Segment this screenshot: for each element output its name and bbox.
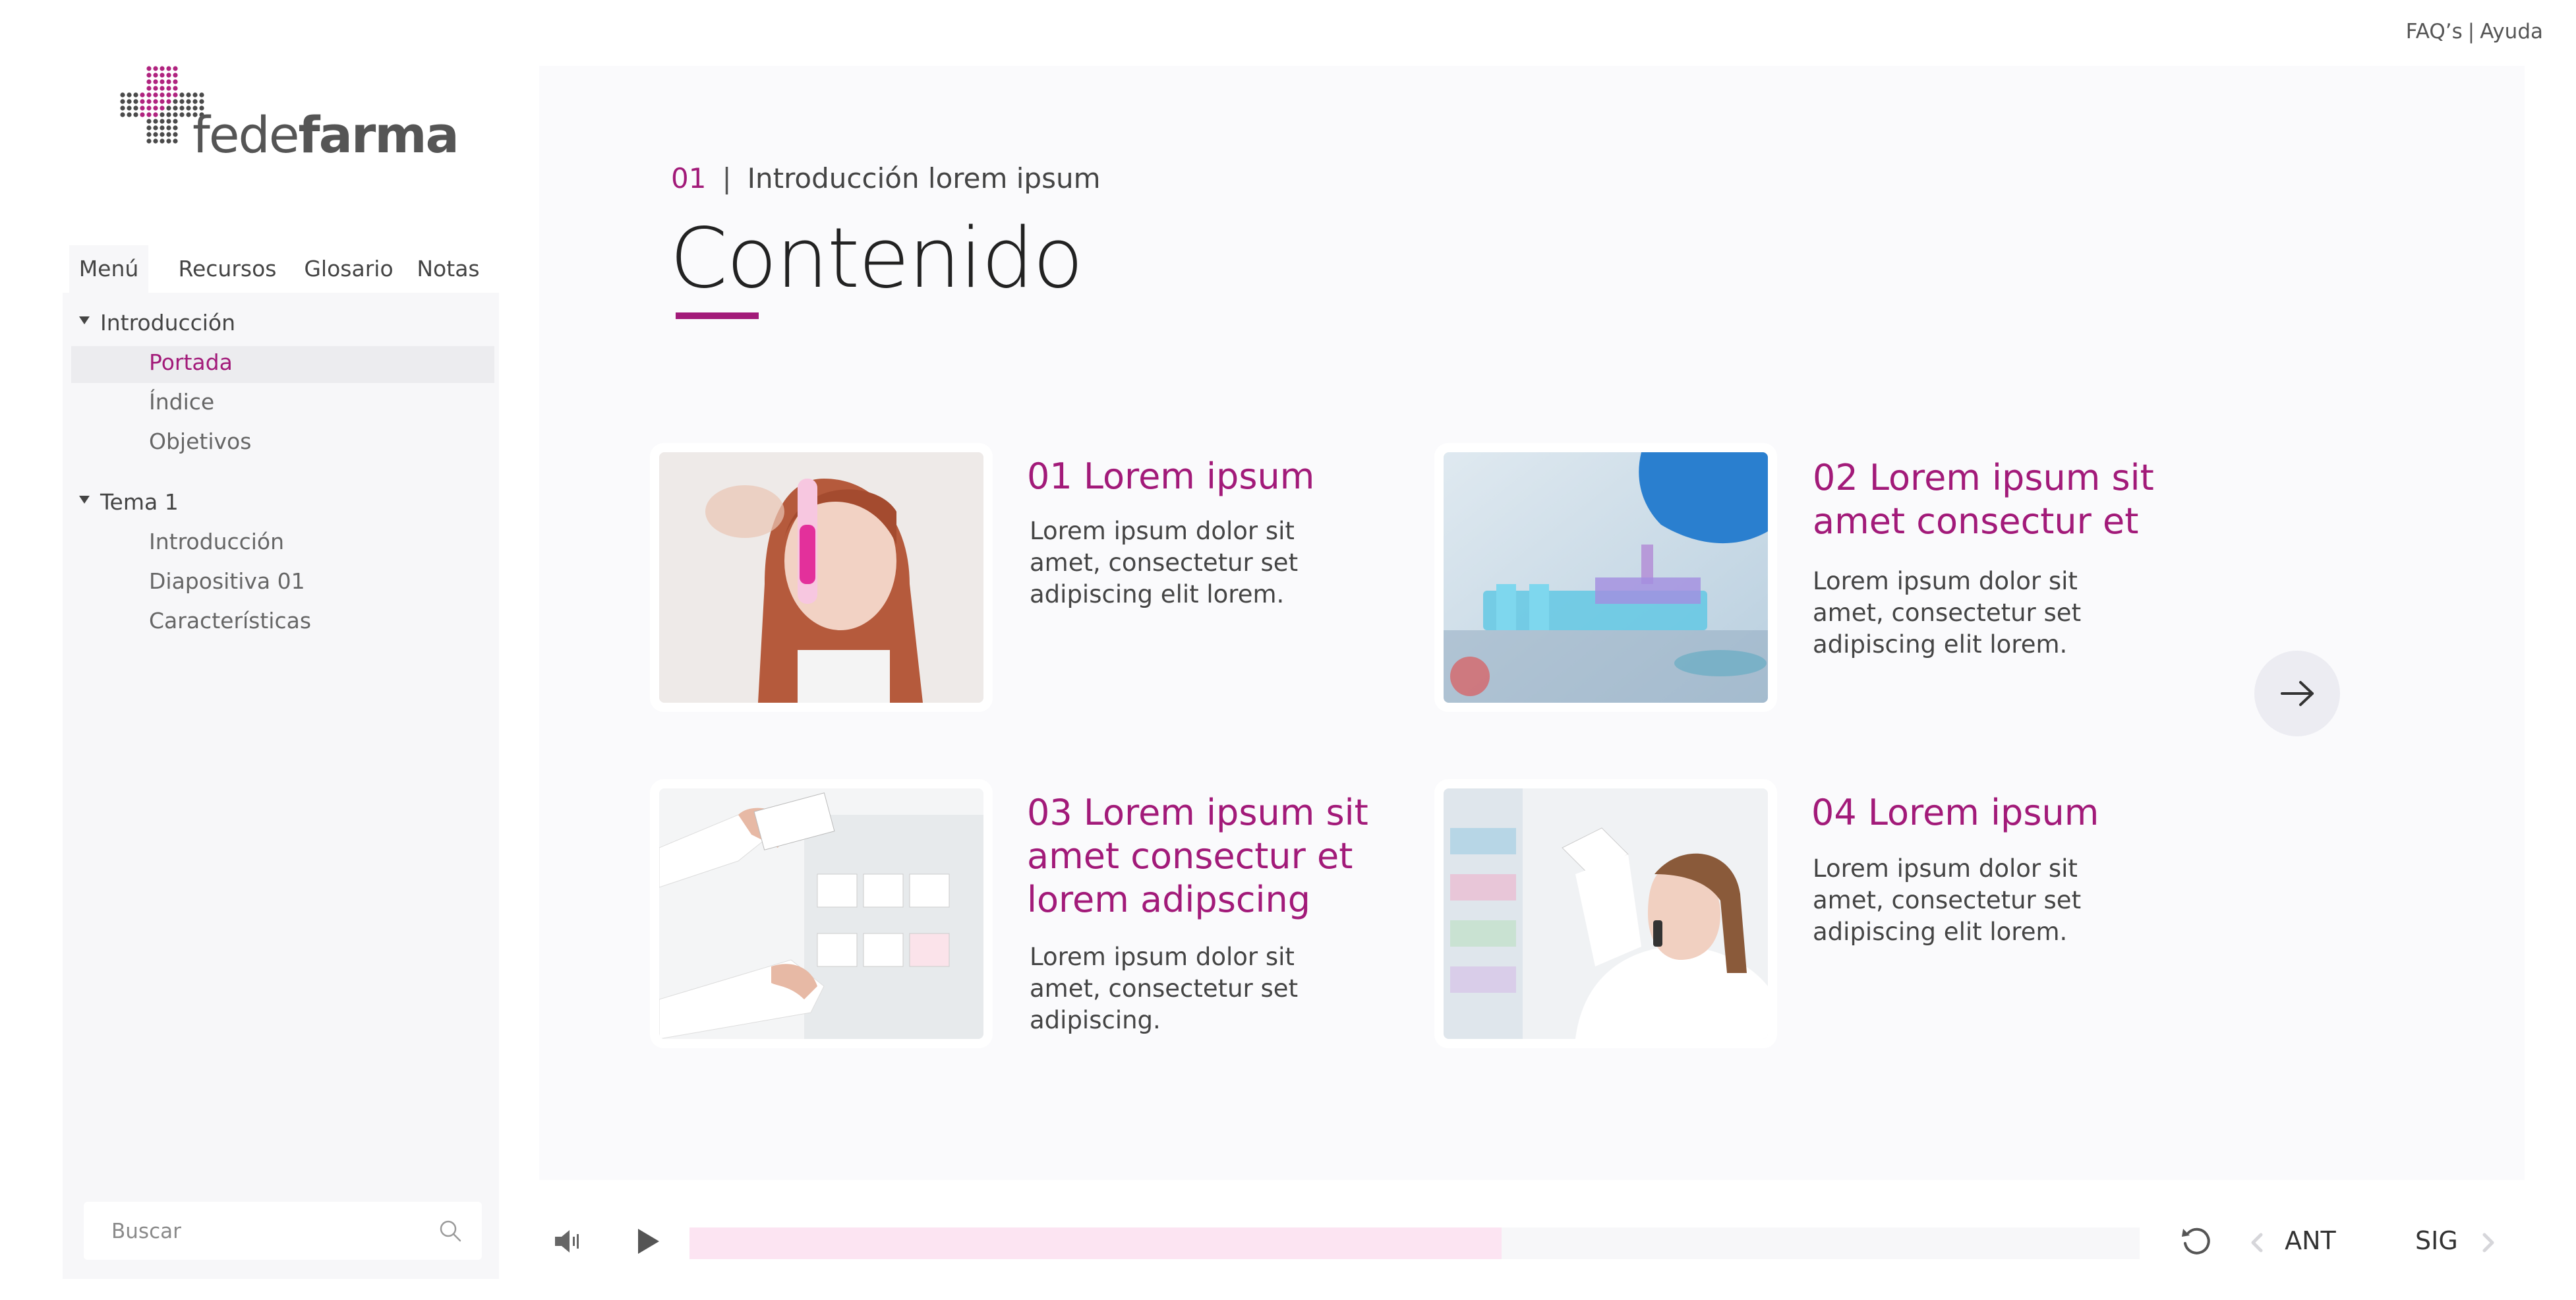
faq-link[interactable]: FAQ’s bbox=[2406, 20, 2463, 44]
top-links: FAQ’s | Ayuda bbox=[2406, 20, 2543, 44]
search-box bbox=[84, 1202, 482, 1261]
menu-item-diapositiva-01[interactable]: Diapositiva 01 bbox=[149, 568, 305, 594]
previous-label: ANT bbox=[2285, 1226, 2336, 1255]
progress-bar[interactable] bbox=[689, 1227, 2140, 1259]
tab-recursos[interactable]: Recursos bbox=[168, 245, 287, 293]
card-1-image[interactable] bbox=[659, 452, 983, 703]
next-slide-button[interactable] bbox=[2254, 651, 2340, 736]
top-links-separator: | bbox=[2467, 20, 2475, 44]
card-3-title[interactable]: 03 Lorem ipsum sit amet consectur et lor… bbox=[1027, 791, 1396, 922]
next-button[interactable]: SIG bbox=[2415, 1226, 2499, 1259]
triangle-down-icon bbox=[79, 316, 90, 324]
replay-icon[interactable] bbox=[2179, 1224, 2215, 1259]
card-2-text: Lorem ipsum dolor sit amet, consectetur … bbox=[1813, 567, 2082, 659]
menu-item-indice[interactable]: Índice bbox=[149, 389, 214, 415]
menu-item-caracteristicas[interactable]: Características bbox=[149, 608, 311, 634]
next-label: SIG bbox=[2415, 1226, 2458, 1255]
title-underline bbox=[676, 312, 759, 319]
card-4-image[interactable] bbox=[1444, 788, 1768, 1039]
menu-section-introduccion[interactable]: Introducción bbox=[79, 310, 235, 336]
previous-button[interactable]: ANT bbox=[2246, 1226, 2336, 1259]
sidebar-tabs: Menú Recursos Glosario Notas bbox=[63, 245, 499, 293]
breadcrumb: 01 | Introducción lorem ipsum bbox=[671, 162, 1100, 194]
search-icon[interactable] bbox=[438, 1219, 462, 1243]
arrow-right-icon bbox=[2281, 681, 2314, 706]
search-input[interactable] bbox=[110, 1202, 416, 1261]
card-1-title[interactable]: 01 Lorem ipsum bbox=[1027, 455, 1396, 498]
card-3-text: Lorem ipsum dolor sit amet, consectetur … bbox=[1030, 943, 1299, 1034]
section-name: Introducción lorem ipsum bbox=[747, 162, 1101, 194]
card-2-title[interactable]: 02 Lorem ipsum sit amet consectur et bbox=[1813, 456, 2182, 543]
card-3-image[interactable] bbox=[659, 788, 983, 1039]
chevron-right-icon bbox=[2482, 1233, 2494, 1252]
card-4-text: Lorem ipsum dolor sit amet, consectetur … bbox=[1813, 854, 2082, 946]
breadcrumb-separator: | bbox=[722, 162, 732, 194]
tab-notas[interactable]: Notas bbox=[405, 245, 491, 293]
progress-fill bbox=[689, 1227, 1502, 1259]
play-icon[interactable] bbox=[633, 1226, 663, 1256]
help-link[interactable]: Ayuda bbox=[2480, 20, 2543, 44]
tab-glosario[interactable]: Glosario bbox=[296, 245, 401, 293]
menu-item-introduccion[interactable]: Introducción bbox=[149, 529, 284, 554]
menu-section-tema-1[interactable]: Tema 1 bbox=[79, 489, 179, 515]
menu-item-objetivos[interactable]: Objetivos bbox=[149, 428, 251, 454]
page-title: Contenido bbox=[670, 210, 1084, 307]
volume-icon[interactable] bbox=[552, 1225, 585, 1258]
chevron-left-icon bbox=[2251, 1233, 2263, 1252]
logo-wordmark: fedefarma bbox=[192, 105, 459, 164]
card-4-title[interactable]: 04 Lorem ipsum bbox=[1811, 791, 2181, 835]
tab-menu[interactable]: Menú bbox=[69, 245, 148, 293]
triangle-down-icon bbox=[79, 495, 90, 504]
fedefarma-logo: fedefarma bbox=[119, 65, 459, 170]
active-item-highlight bbox=[71, 346, 494, 383]
section-number: 01 bbox=[671, 162, 707, 194]
sidebar bbox=[63, 245, 499, 1279]
card-2-image[interactable] bbox=[1444, 452, 1768, 703]
card-1-text: Lorem ipsum dolor sit amet, consectetur … bbox=[1030, 517, 1299, 608]
menu-item-portada[interactable]: Portada bbox=[149, 349, 233, 375]
